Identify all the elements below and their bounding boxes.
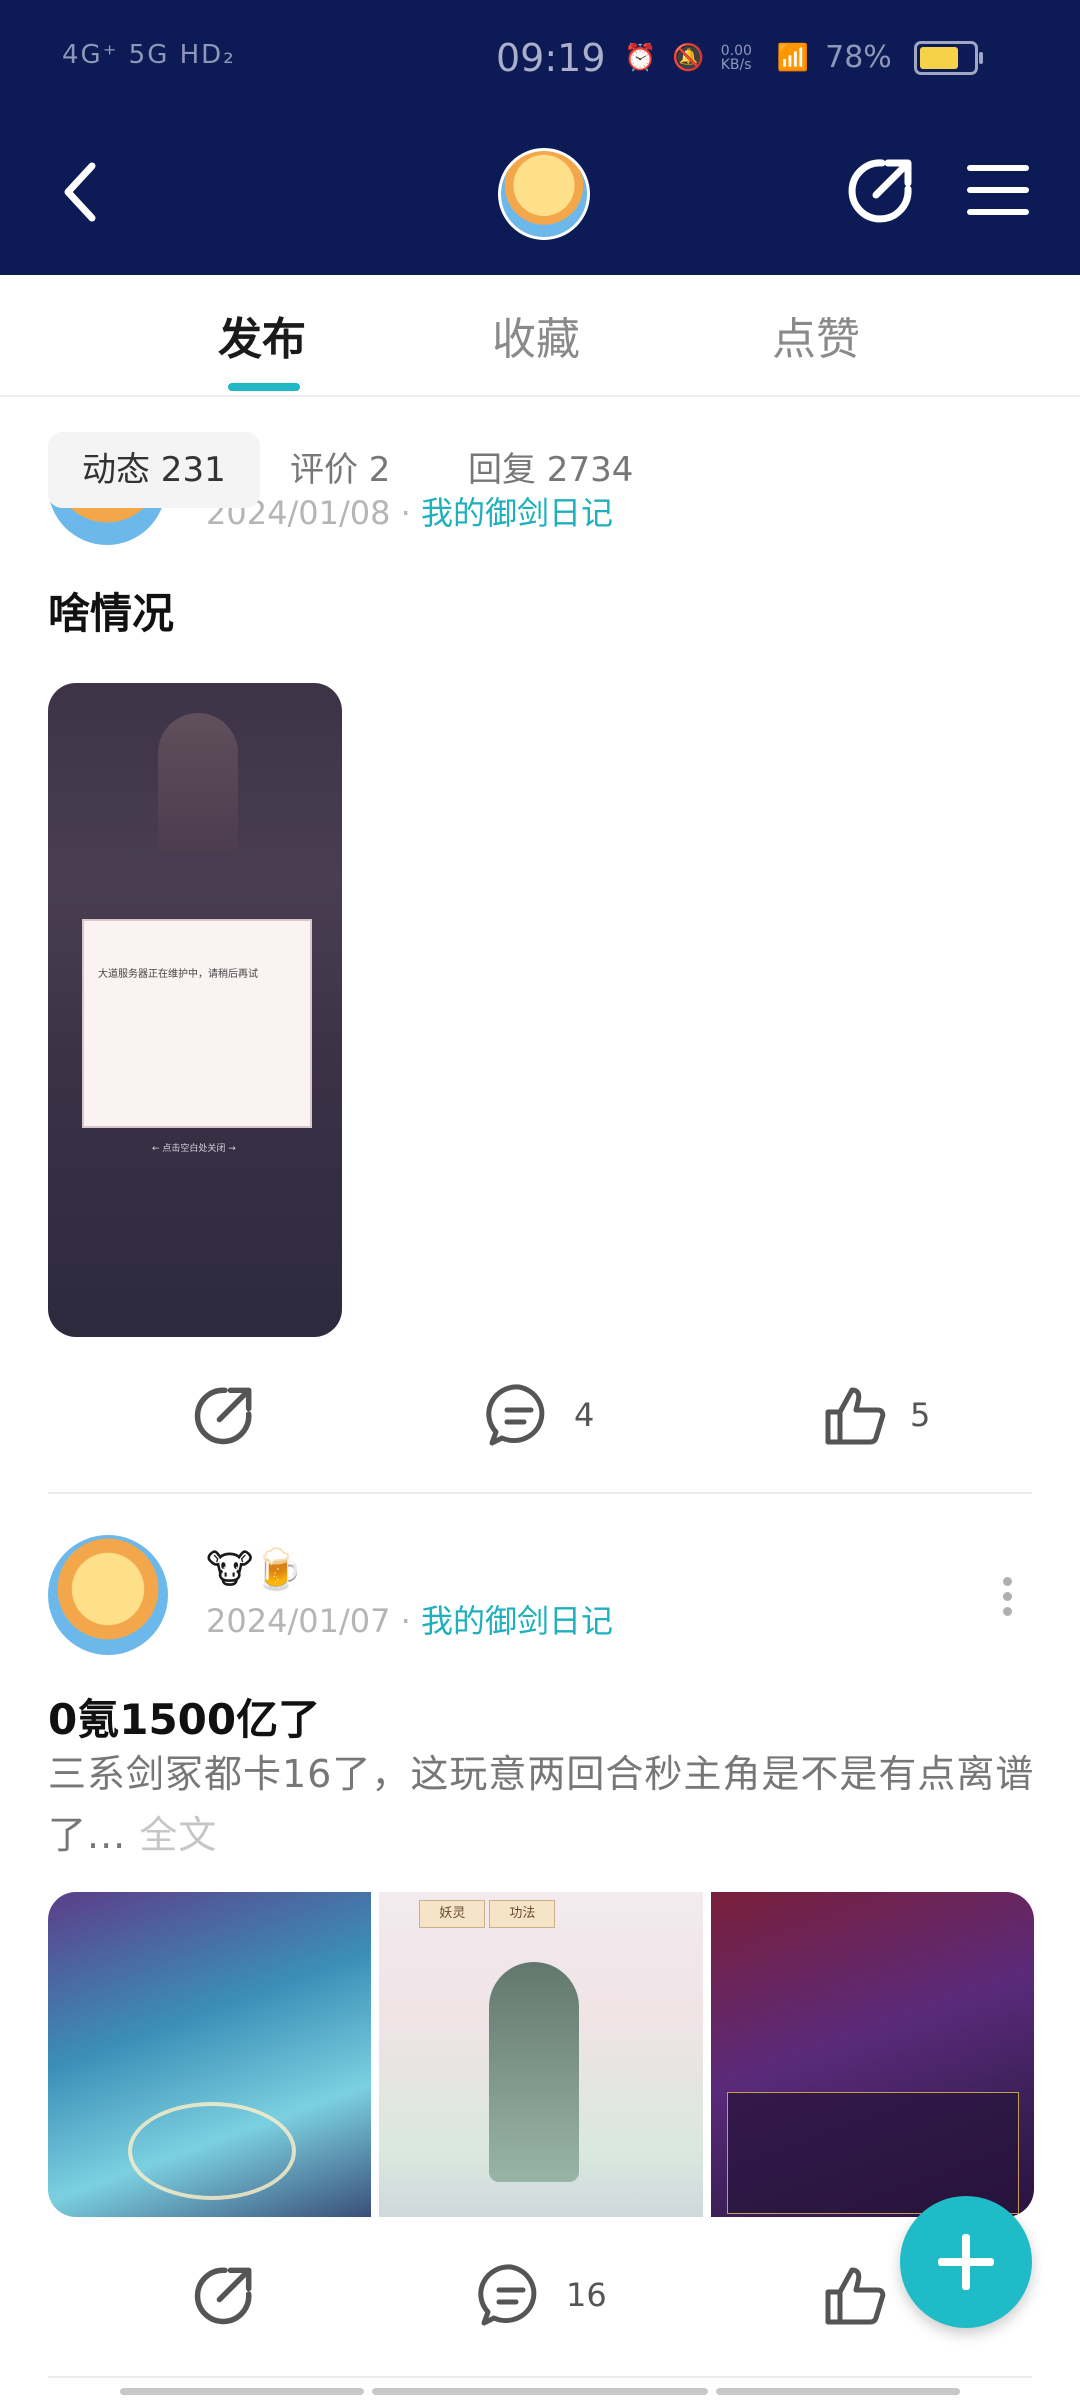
wifi-icon: 📶 [776, 42, 810, 73]
comment-action[interactable]: 4 [486, 1370, 594, 1460]
image-dialog-text: 大道服务器正在维护中，请稍后再试 [98, 969, 258, 980]
comment-icon [486, 1384, 545, 1446]
next-image-strip [372, 2388, 708, 2395]
main-tabs: 发布 收藏 点赞 [0, 275, 1080, 397]
status-time: 09:19 [496, 36, 606, 80]
next-image-strip [716, 2388, 960, 2395]
post-divider [48, 2376, 1032, 2378]
tab-publish[interactable]: 发布 [218, 303, 306, 367]
like-action[interactable]: 5 [822, 1370, 930, 1460]
post-title[interactable]: 0氪1500亿了 [48, 1686, 320, 1747]
thumbs-up-icon [825, 1387, 886, 1445]
filter-reviews[interactable]: 评价 2 [256, 432, 424, 508]
image-tab-label: 妖灵 [419, 1900, 486, 1928]
comment-icon [478, 2264, 537, 2326]
like-action[interactable] [822, 2250, 888, 2340]
image-character [489, 1962, 580, 2182]
post-excerpt[interactable]: 三系剑冢都卡16了，这玩意两回合秒主角是不是有点离谱了... 全文 [48, 1744, 1038, 1866]
tab-likes[interactable]: 点赞 [772, 303, 860, 367]
like-count: 5 [910, 1396, 931, 1434]
post-source-link[interactable]: 我的御剑日记 [421, 1602, 613, 1640]
read-full-link[interactable]: 全文 [139, 1813, 217, 1857]
battery-icon [913, 40, 983, 75]
post-title[interactable]: 啥情况 [48, 580, 174, 641]
post-date: 2024/01/07 [206, 1602, 391, 1640]
post-divider [48, 1492, 1032, 1494]
share-icon [194, 1387, 252, 1445]
share-action[interactable] [192, 2250, 256, 2340]
post-image-1[interactable] [48, 1892, 372, 2217]
comment-action[interactable]: 16 [478, 2250, 607, 2340]
post-image-grid: 妖灵 功法 [48, 1892, 1034, 2217]
post-image-2[interactable]: 妖灵 功法 [379, 1892, 703, 2217]
status-bar: 4G⁺ 5G HD₂ 09:19 ⏰ 🔕 0.00 KB/s 📶 78% [0, 0, 1080, 120]
mute-icon: 🔕 [672, 42, 705, 73]
back-arrow-icon[interactable] [52, 152, 112, 232]
status-right: ⏰ 🔕 0.00 KB/s 📶 78% [624, 40, 983, 75]
filter-dynamic[interactable]: 动态 231 [48, 432, 260, 508]
net-speed: 0.00 KB/s [720, 42, 752, 73]
share-icon[interactable] [846, 155, 916, 225]
post-image-3[interactable] [710, 1892, 1034, 2217]
author-name-emoji[interactable]: 🐮🍺 [206, 1546, 303, 1593]
image-art-ring [128, 2102, 296, 2200]
image-dialog: 大道服务器正在维护中，请稍后再试 [82, 919, 312, 1128]
post-actions: 4 5 [0, 1370, 1080, 1460]
profile-avatar[interactable] [498, 148, 590, 240]
post-meta: 2024/01/07 · 我的御剑日记 [206, 1602, 613, 1640]
app-header: 4G⁺ 5G HD₂ 09:19 ⏰ 🔕 0.00 KB/s 📶 78% [0, 0, 1080, 275]
post-image[interactable]: 大道服务器正在维护中，请稍后再试 ← 点击空白处关闭 → [48, 683, 342, 1337]
comment-count: 4 [574, 1396, 595, 1434]
post-author-avatar[interactable] [48, 1535, 168, 1655]
share-icon [194, 2267, 252, 2325]
share-action[interactable] [192, 1370, 256, 1460]
create-post-button[interactable] [900, 2196, 1032, 2328]
active-tab-indicator [228, 383, 300, 391]
alarm-icon: ⏰ [624, 42, 657, 73]
image-tab-label: 功法 [489, 1900, 556, 1928]
network-indicators: 4G⁺ 5G HD₂ [62, 40, 236, 70]
comment-count: 16 [566, 2276, 607, 2314]
tab-favorites[interactable]: 收藏 [492, 303, 580, 367]
image-background-art [158, 713, 238, 853]
thumbs-up-icon [825, 2267, 886, 2325]
menu-icon[interactable] [966, 160, 1030, 220]
excerpt-ellipsis: ... [87, 1813, 140, 1857]
next-image-strip [120, 2388, 364, 2395]
image-close-hint: ← 点击空白处关闭 → [152, 1144, 236, 1154]
battery-percent: 78% [825, 40, 892, 75]
more-options-icon[interactable] [1000, 1577, 1014, 1617]
filter-replies[interactable]: 回复 2734 [434, 432, 667, 508]
